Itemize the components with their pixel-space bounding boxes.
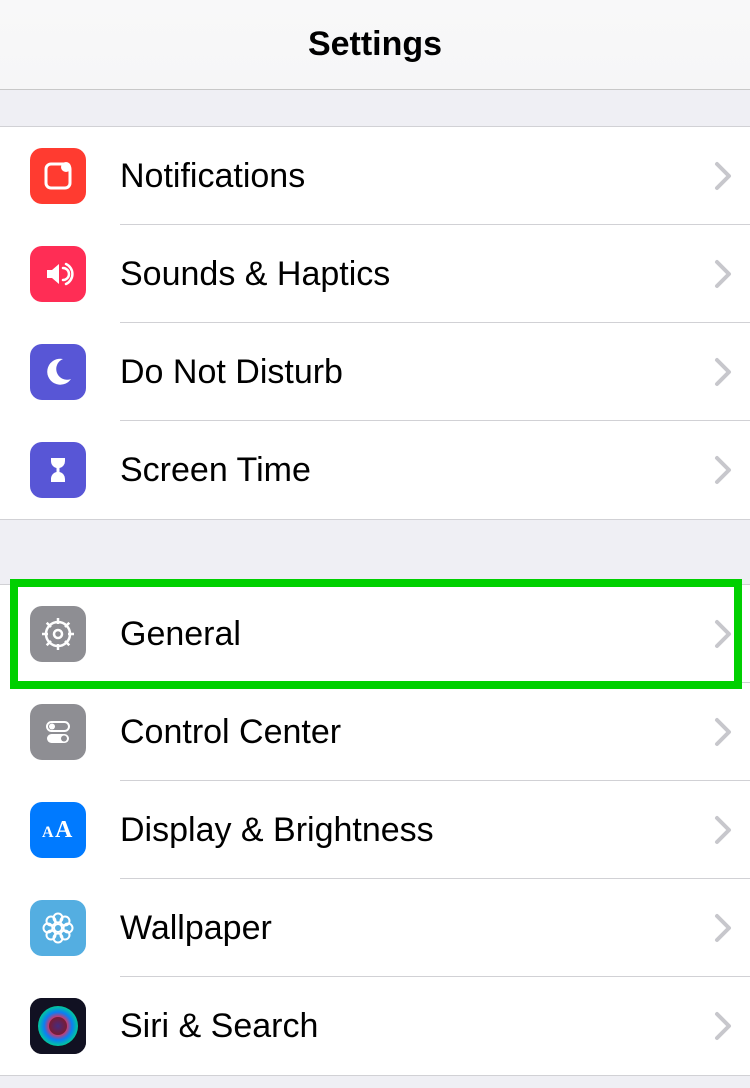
row-screen-time[interactable]: Screen Time bbox=[0, 421, 750, 519]
chevron-right-icon bbox=[714, 717, 732, 747]
moon-icon bbox=[30, 344, 86, 400]
chevron-right-icon bbox=[714, 455, 732, 485]
settings-group-2: General Control Center A A Display & Bri… bbox=[0, 584, 750, 1076]
chevron-right-icon bbox=[714, 161, 732, 191]
row-general[interactable]: General bbox=[0, 585, 750, 683]
row-display-brightness[interactable]: A A Display & Brightness bbox=[0, 781, 750, 879]
siri-icon bbox=[30, 998, 86, 1054]
row-siri-search[interactable]: Siri & Search bbox=[0, 977, 750, 1075]
row-label: Screen Time bbox=[120, 451, 714, 490]
chevron-right-icon bbox=[714, 259, 732, 289]
svg-text:A: A bbox=[42, 824, 54, 841]
row-label: Sounds & Haptics bbox=[120, 255, 714, 294]
row-label: Siri & Search bbox=[120, 1007, 714, 1046]
sounds-icon bbox=[30, 246, 86, 302]
row-label: Display & Brightness bbox=[120, 811, 714, 850]
row-do-not-disturb[interactable]: Do Not Disturb bbox=[0, 323, 750, 421]
aa-icon: A A bbox=[30, 802, 86, 858]
page-title: Settings bbox=[308, 25, 442, 64]
notifications-icon bbox=[30, 148, 86, 204]
svg-text:A: A bbox=[55, 817, 73, 843]
chevron-right-icon bbox=[714, 913, 732, 943]
row-label: Wallpaper bbox=[120, 909, 714, 948]
chevron-right-icon bbox=[714, 1011, 732, 1041]
toggles-icon bbox=[30, 704, 86, 760]
chevron-right-icon bbox=[714, 357, 732, 387]
row-control-center[interactable]: Control Center bbox=[0, 683, 750, 781]
row-sounds[interactable]: Sounds & Haptics bbox=[0, 225, 750, 323]
hourglass-icon bbox=[30, 442, 86, 498]
row-notifications[interactable]: Notifications bbox=[0, 127, 750, 225]
gear-icon bbox=[30, 606, 86, 662]
row-label: Do Not Disturb bbox=[120, 353, 714, 392]
row-label: Control Center bbox=[120, 713, 714, 752]
row-wallpaper[interactable]: Wallpaper bbox=[0, 879, 750, 977]
row-label: General bbox=[120, 615, 714, 654]
chevron-right-icon bbox=[714, 815, 732, 845]
header: Settings bbox=[0, 0, 750, 90]
flower-icon bbox=[30, 900, 86, 956]
chevron-right-icon bbox=[714, 619, 732, 649]
row-label: Notifications bbox=[120, 157, 714, 196]
settings-group-1: Notifications Sounds & Haptics Do Not Di… bbox=[0, 126, 750, 520]
